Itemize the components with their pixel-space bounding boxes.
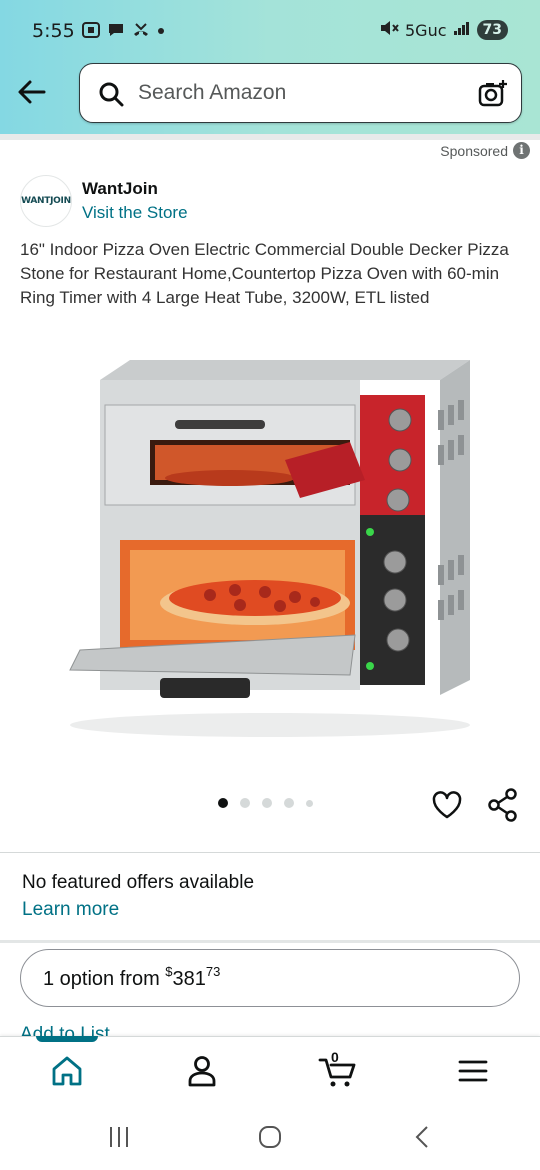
learn-more-link[interactable]: Learn more — [22, 899, 119, 921]
option-text: 1 option from $38173 — [43, 964, 220, 991]
section-divider — [0, 134, 540, 140]
chat-icon — [107, 22, 125, 42]
missed-call-icon — [132, 22, 150, 42]
network-label: 5Guc — [405, 20, 447, 40]
sponsored-label[interactable]: Sponsored i — [440, 142, 530, 159]
back-arrow-icon[interactable] — [16, 76, 48, 108]
back-button-icon[interactable] — [408, 1124, 438, 1150]
battery-indicator: 73 — [476, 20, 508, 40]
share-icon[interactable] — [487, 788, 519, 822]
product-title[interactable]: 16" Indoor Pizza Oven Electric Commercia… — [20, 238, 520, 310]
heart-icon[interactable] — [431, 789, 463, 821]
sponsored-text: Sponsored — [440, 142, 508, 159]
nav-account[interactable] — [184, 1053, 220, 1089]
mute-icon — [379, 19, 399, 41]
screenshot-icon — [82, 22, 100, 42]
account-icon — [188, 1056, 216, 1087]
search-icon — [98, 81, 124, 107]
bottom-nav: 0 — [0, 1036, 540, 1104]
carousel-dot[interactable] — [262, 798, 272, 808]
carousel-dot[interactable] — [218, 798, 228, 808]
notification-icons — [82, 22, 165, 42]
menu-icon — [458, 1060, 488, 1082]
price-fraction: 73 — [205, 964, 221, 979]
active-tab-indicator — [36, 1036, 98, 1042]
home-button-icon[interactable] — [255, 1124, 285, 1150]
info-icon[interactable]: i — [513, 142, 530, 159]
option-prefix: 1 option from — [43, 968, 166, 990]
carousel-dot[interactable] — [306, 799, 313, 807]
carousel-dot[interactable] — [240, 798, 250, 808]
search-input[interactable] — [138, 78, 458, 108]
status-right: 5Guc 73 — [379, 19, 508, 41]
recent-apps-icon[interactable] — [105, 1124, 135, 1150]
home-icon — [52, 1056, 82, 1086]
visit-store-link[interactable]: Visit the Store — [82, 203, 188, 223]
price-whole: 381 — [172, 968, 206, 990]
section-divider — [0, 852, 540, 853]
section-divider — [0, 940, 540, 943]
nav-cart[interactable]: 0 — [318, 1049, 356, 1089]
price-currency: $ — [165, 964, 173, 979]
carousel-dot[interactable] — [284, 798, 294, 808]
brand-name[interactable]: WantJoin — [82, 179, 158, 199]
app-header: 5:55 5Guc 73 — [0, 0, 540, 134]
signal-icon — [453, 20, 471, 40]
brand-logo-text: WANTJOIN — [21, 196, 71, 206]
brand-logo[interactable]: WANTJOIN — [20, 175, 72, 227]
image-carousel-dots[interactable] — [218, 798, 313, 808]
nav-home[interactable] — [49, 1053, 85, 1089]
no-offers-text: No featured offers available — [22, 872, 255, 893]
status-time: 5:55 — [32, 20, 75, 42]
product-image[interactable] — [60, 350, 480, 750]
search-bar[interactable] — [79, 63, 522, 123]
dot-icon — [157, 22, 165, 42]
status-bar: 5:55 5Guc 73 — [0, 0, 540, 62]
system-nav-bar — [0, 1104, 540, 1170]
option-button[interactable]: 1 option from $38173 — [20, 949, 520, 1007]
nav-menu[interactable] — [455, 1053, 491, 1089]
cart-count: 0 — [331, 1049, 339, 1065]
camera-search-icon[interactable] — [477, 78, 509, 110]
